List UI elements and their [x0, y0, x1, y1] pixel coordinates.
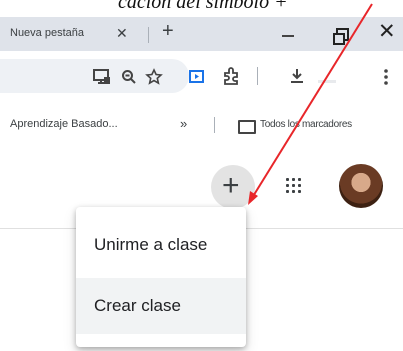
tab-close-icon[interactable]: ✕: [116, 25, 128, 42]
extensions-icon[interactable]: [222, 67, 240, 85]
browser-tab[interactable]: Nueva pestaña ✕: [0, 19, 150, 49]
create-class-menu-item[interactable]: Crear clase: [76, 278, 246, 334]
bookmarks-bar: Aprendizaje Basado... » Todos los marcad…: [0, 101, 403, 147]
class-menu: Unirme a clase Crear clase: [76, 207, 246, 347]
download-icon[interactable]: [289, 67, 305, 85]
account-avatar[interactable]: [339, 164, 383, 208]
join-class-menu-item[interactable]: Unirme a clase: [76, 217, 246, 273]
new-tab-button[interactable]: +: [162, 20, 174, 43]
bookmarks-more-button[interactable]: »: [180, 116, 187, 131]
all-bookmarks-folder[interactable]: Todos los marcadores: [260, 119, 352, 130]
menu-icon[interactable]: [383, 68, 389, 86]
tab-title: Nueva pestaña: [10, 27, 84, 39]
browser-toolbar: [0, 51, 403, 101]
minimize-icon[interactable]: [282, 35, 294, 37]
tab-separator: [148, 27, 149, 43]
plus-icon: +: [222, 169, 240, 202]
tab-strip: Nueva pestaña ✕ + ✕: [0, 17, 403, 51]
document-caption-fragment: cación del símbolo +: [0, 0, 403, 17]
star-icon[interactable]: [145, 68, 163, 86]
zoom-icon[interactable]: [121, 69, 137, 85]
create-or-join-class-button[interactable]: +: [211, 165, 255, 209]
toolbar-separator: [257, 67, 258, 85]
caption-text: cación del símbolo +: [118, 0, 288, 13]
media-icon[interactable]: [189, 70, 205, 84]
google-apps-icon[interactable]: [286, 178, 302, 194]
download-progress-bar: [318, 80, 336, 83]
restore-icon[interactable]: [333, 28, 349, 45]
window-close-icon[interactable]: ✕: [378, 19, 396, 44]
create-class-label: Crear clase: [94, 296, 181, 315]
bookmark-item[interactable]: Aprendizaje Basado...: [10, 118, 118, 130]
folder-icon: [238, 120, 256, 134]
cast-icon[interactable]: [93, 69, 111, 85]
join-class-label: Unirme a clase: [94, 235, 208, 254]
bookmarks-separator: [214, 117, 215, 133]
